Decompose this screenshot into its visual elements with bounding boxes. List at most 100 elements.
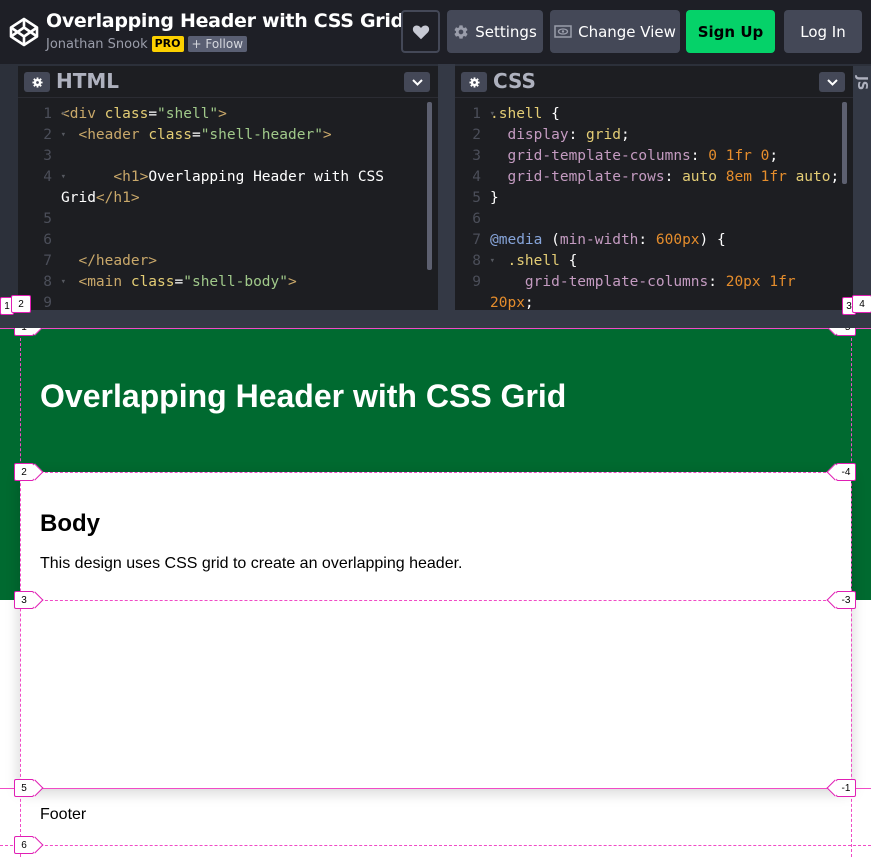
grid-row-badge: 1 [14,328,34,336]
code-line: 9 [18,293,438,310]
fold-arrow-icon[interactable]: ▾ [61,167,66,188]
sign-up-button[interactable]: Sign Up [686,10,775,53]
code-text: grid-template-rows: auto 8em 1fr auto; [490,169,840,185]
byline: Jonathan Snook PRO + Follow [46,36,248,52]
line-number: 3 [43,148,52,164]
code-text: <header class="shell-header"> [61,127,332,143]
code-line: 5} [455,188,853,209]
code-text: @media (min-width: 600px) { [490,232,726,248]
css-editor-scrollbar[interactable] [842,102,847,184]
line-number [455,293,485,310]
grid-row-badge: -3 [836,591,856,609]
code-text: display: grid; [490,127,630,143]
chevron-down-icon [826,78,838,86]
grid-row-badge: -1 [836,779,856,797]
line-number: 1 ▾ [455,104,495,125]
code-line: 20px; [455,293,853,310]
css-collapse-button[interactable] [819,72,845,92]
code-line: 5 [18,209,438,230]
line-number: 6 [472,211,481,227]
settings-label: Settings [475,22,537,41]
grid-row-badge: 3 [14,591,34,609]
fold-arrow-icon[interactable]: ▾ [61,104,66,125]
js-editor-title: JS [854,76,869,91]
top-bar: Overlapping Header with CSS Grid Jonatha… [0,0,871,64]
grid-row-badge: 2 [14,463,34,481]
line-number: 7 ▾ [455,230,495,251]
settings-button[interactable]: Settings [447,10,543,53]
gear-icon [468,76,480,88]
line-number: 4 [472,169,481,185]
code-text: <div class="shell"> [61,106,227,122]
line-number: 6 [43,232,52,248]
pen-title: Overlapping Header with CSS Grid [46,10,404,32]
grid-row-badge: 6 [14,836,34,854]
css-editor-header: CSS [455,66,853,98]
code-line: 8 ▾ <main class="shell-body"> [18,272,438,293]
html-settings-button[interactable] [24,72,50,92]
author-link[interactable]: Jonathan Snook [46,37,148,52]
grid-col-badge: 2 [11,295,31,313]
code-line: 2 ▾ <header class="shell-header"> [18,125,438,146]
log-in-button[interactable]: Log In [784,10,862,53]
code-line: 4 ▾ <h1>Overlapping Header with CSS [18,167,438,188]
grid-row-line-5 [0,788,871,789]
code-line: 4 grid-template-rows: auto 8em 1fr auto; [455,167,853,188]
code-line: Grid</h1> [18,188,438,209]
fold-arrow-icon[interactable]: ▾ [61,125,66,146]
fold-arrow-icon[interactable]: ▾ [61,272,66,293]
code-text: .shell { [490,253,578,269]
fold-arrow-icon[interactable]: ▾ [490,230,495,251]
grid-col-badge: 4 [852,295,871,313]
preview-body-text: This design uses CSS grid to create an o… [40,555,463,572]
code-text: grid-template-columns: 0 1fr 0; [490,148,779,164]
code-line: 7 ▾ @media (min-width: 600px) { [455,230,853,251]
editor-area: HTML 1 ▾ <div class="shell"> 2 ▾ <header cla… [0,64,871,310]
code-line: 7 </header> [18,251,438,272]
follow-button[interactable]: + Follow [187,36,248,52]
line-number: 8 ▾ [18,272,66,293]
code-text: } [490,190,499,206]
change-view-button[interactable]: Change View [550,10,680,53]
code-text: </header> [61,253,158,269]
preview-header-title: Overlapping Header with CSS Grid [40,378,567,414]
line-number: 9 [472,274,481,290]
fold-arrow-icon[interactable]: ▾ [490,251,495,272]
html-editor-header: HTML [18,66,438,98]
gear-icon [454,24,468,39]
pro-badge: PRO [151,36,184,52]
line-number: 2 ▾ [18,125,66,146]
code-line: 9 grid-template-columns: 20px 1fr [455,272,853,293]
html-editor-scrollbar[interactable] [427,102,432,270]
fold-arrow-icon[interactable]: ▾ [490,104,495,125]
code-text: grid-template-columns: 20px 1fr [490,274,796,290]
html-collapse-button[interactable] [404,72,430,92]
codepen-logo-icon[interactable] [8,16,40,48]
code-line: 1 ▾ <div class="shell"> [18,104,438,125]
grid-row-line-6 [0,845,871,846]
code-line: 6 [18,230,438,251]
line-number: 3 [472,148,481,164]
css-editor-pane: CSS 1 ▾ .shell {2 display: grid; 3 grid-tem… [455,66,853,310]
change-view-label: Change View [578,22,676,41]
css-settings-button[interactable] [461,72,487,92]
line-number: 7 [43,253,52,269]
js-editor-tab[interactable]: JS [853,66,871,310]
code-line: 3 [18,146,438,167]
editor-resize-handle[interactable] [438,64,455,310]
chevron-down-icon [411,78,423,86]
html-code-editor[interactable]: 1 ▾ <div class="shell"> 2 ▾ <header class="s… [18,104,438,310]
heart-button[interactable] [401,10,440,53]
preview-footer-text: Footer [40,806,87,823]
grid-row-badge: 5 [14,779,34,797]
code-text: .shell { [490,106,560,122]
code-line: 8 ▾ .shell { [455,251,853,272]
code-text: Grid</h1> [61,190,140,206]
code-text: <h1>Overlapping Header with CSS [61,169,385,185]
preview-resize-handle[interactable] [0,310,871,328]
css-code-editor[interactable]: 1 ▾ .shell {2 display: grid; 3 grid-templat… [455,104,853,310]
code-line: 1 ▾ .shell { [455,104,853,125]
